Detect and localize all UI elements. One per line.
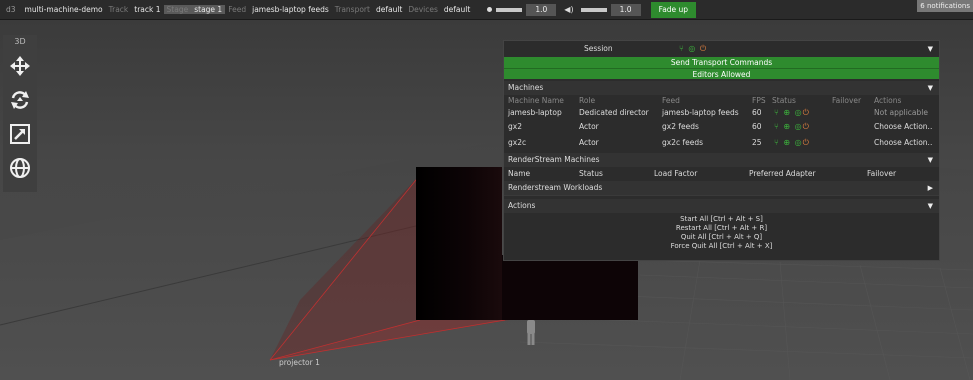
actions-title: Actions [508,201,536,210]
machine-role: Actor [579,138,599,147]
table-row[interactable]: jamesb-laptop Dedicated director jamesb-… [504,106,939,119]
divider [504,195,939,196]
move-tool[interactable] [3,49,37,83]
notifications-badge[interactable]: 6 notifications [917,0,973,12]
machine-role: Actor [579,122,599,131]
col-feed[interactable]: Feed [662,95,680,106]
track-label: Track [108,5,129,14]
collapse-arrow-icon[interactable]: ▼ [928,153,933,167]
renderstream-section-header[interactable]: RenderStream Machines ▼ [504,153,939,167]
stage-value[interactable]: stage 1 [191,5,226,14]
col-role[interactable]: Role [579,95,595,106]
devices-value[interactable]: default [441,5,473,14]
editors-allowed-button[interactable]: Editors Allowed [504,68,939,79]
volume-icon: ◀) [564,5,574,14]
view-mode-label[interactable]: 3D [3,35,37,49]
rotate-tool[interactable] [3,83,37,117]
actions-list: Start All [Ctrl + Alt + S] Restart All [… [504,213,939,251]
col-failover[interactable]: Failover [832,95,861,106]
renderstream-title: RenderStream Machines [508,155,600,164]
devices-label: Devices [408,5,438,14]
machine-status-icons: ⑂ ⊕ ◎ ⏻ [774,122,810,131]
workloads-title: Renderstream Workloads [508,183,603,192]
col-machine-name[interactable]: Machine Name [508,95,564,106]
rotate-icon [11,91,29,109]
col-preferred-adapter[interactable]: Preferred Adapter [749,167,816,181]
projection-screen [416,167,502,320]
machine-fps: 25 [752,138,762,147]
machines-section-header[interactable]: Machines ▼ [504,81,939,95]
machine-name: gx2 [508,122,522,131]
machine-status-icons: ⑂ ⊕ ◎ ⏻ [774,108,810,117]
table-row[interactable]: gx2c Actor gx2c feeds 25 ⑂ ⊕ ◎ ⏻ Choose … [504,135,939,151]
col-name[interactable]: Name [508,167,530,181]
machine-name: jamesb-laptop [508,108,562,117]
machine-feed: gx2c feeds [662,138,704,147]
actions-section-header[interactable]: Actions ▼ [504,199,939,213]
restart-all-button[interactable]: Restart All [Ctrl + Alt + R] [504,224,939,233]
globe-tool[interactable] [3,151,37,185]
projector-label: projector 1 [279,358,320,367]
session-header[interactable]: Session ⑂ ◎ ⏻ ▼ [504,41,939,57]
machines-table-header: Machine Name Role Feed FPS Status Failov… [504,95,939,106]
track-value[interactable]: track 1 [131,5,163,14]
scale-icon [10,124,30,144]
volume-value[interactable]: 1.0 [610,3,641,16]
machine-feed: jamesb-laptop feeds [662,108,739,117]
collapse-arrow-icon[interactable]: ▼ [928,81,933,95]
quit-all-button[interactable]: Quit All [Ctrl + Alt + Q] [504,233,939,242]
machine-action: Not applicable [874,108,928,117]
col-failover[interactable]: Failover [867,167,896,181]
col-fps[interactable]: FPS [752,95,766,106]
collapse-arrow-icon[interactable]: ▼ [928,199,933,213]
feed-value[interactable]: jamesb-laptop feeds [249,5,332,14]
collapse-arrow-icon[interactable]: ▼ [928,41,933,57]
machine-name: gx2c [508,138,527,147]
col-actions[interactable]: Actions [874,95,901,106]
col-load-factor[interactable]: Load Factor [654,167,697,181]
choose-action-dropdown[interactable]: Choose Action.. [874,119,932,135]
transport-value[interactable]: default [373,5,405,14]
session-status-icons: ⑂ ◎ ⏻ [679,44,708,53]
machine-feed: gx2 feeds [662,122,699,131]
table-row[interactable]: gx2 Actor gx2 feeds 60 ⑂ ⊕ ◎ ⏻ Choose Ac… [504,119,939,135]
machines-title: Machines [508,83,544,92]
scale-tool[interactable] [3,117,37,151]
force-quit-all-button[interactable]: Force Quit All [Ctrl + Alt + X] [504,242,939,251]
machine-status-icons: ⑂ ⊕ ◎ ⏻ [774,138,810,147]
brightness-icon [487,7,493,12]
send-transport-button[interactable]: Send Transport Commands [504,57,939,68]
machine-fps: 60 [752,108,762,117]
project-name[interactable]: multi-machine-demo [22,5,106,14]
col-status[interactable]: Status [579,167,603,181]
col-status[interactable]: Status [772,95,796,106]
renderstream-table-header: Name Status Load Factor Preferred Adapte… [504,167,939,181]
session-title: Session [584,44,613,53]
transport-label: Transport [334,5,370,14]
move-icon [10,56,30,76]
expand-arrow-icon[interactable]: ▶ [928,181,933,195]
app-logo: d3 [6,5,16,14]
brightness-value[interactable]: 1.0 [526,3,557,16]
brightness-slider[interactable] [496,7,523,12]
workloads-section-header[interactable]: Renderstream Workloads ▶ [504,181,939,195]
machine-fps: 60 [752,122,762,131]
projection-screen-lower [502,255,638,320]
choose-action-dropdown[interactable]: Choose Action.. [874,135,932,151]
machine-role: Dedicated director [579,108,649,117]
stage-label: Stage [163,5,192,14]
view-toolbar: 3D [3,35,37,192]
globe-icon [10,158,30,178]
top-bar: d3 multi-machine-demo Track track 1 Stag… [0,0,973,20]
start-all-button[interactable]: Start All [Ctrl + Alt + S] [504,215,939,224]
fade-up-button[interactable]: Fade up [650,1,697,18]
feed-label: Feed [228,5,247,14]
volume-slider[interactable] [580,7,607,12]
session-panel: Session ⑂ ◎ ⏻ ▼ Send Transport Commands … [503,40,940,261]
